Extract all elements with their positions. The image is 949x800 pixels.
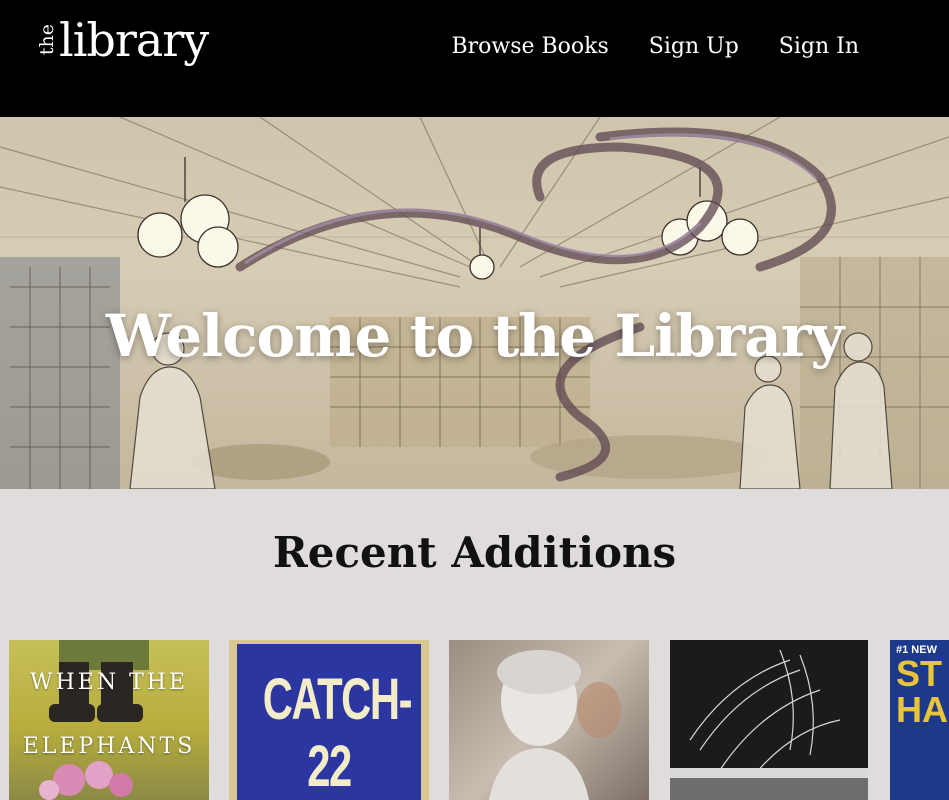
book-cover-sketch[interactable]: [670, 640, 868, 800]
bust-cover-art: [489, 650, 621, 800]
book-cover-partial[interactable]: #1 NEW ST HA: [890, 640, 949, 800]
logo-library-text: library: [59, 13, 209, 67]
site-logo[interactable]: the library: [36, 12, 209, 82]
recent-additions-heading: Recent Additions: [272, 528, 677, 577]
cover-line-2: ELEPHANTS: [22, 734, 196, 759]
sketch-cover-art: [670, 649, 868, 800]
cover-line-1: WHEN THE: [29, 670, 189, 695]
cover-title: ST HA: [896, 653, 948, 730]
main-nav: Browse Books Sign Up Sign In: [451, 34, 859, 59]
hero-banner: Welcome to the Library: [0, 117, 949, 489]
nav-sign-in[interactable]: Sign In: [779, 34, 859, 59]
logo-the-text: the: [36, 24, 58, 56]
hero-title: Welcome to the Library: [105, 301, 844, 370]
book-cover-marble-bust[interactable]: [449, 640, 649, 800]
elephants-cover-art: [39, 640, 149, 800]
book-cover-catch-22[interactable]: CATCH-22: [229, 640, 429, 800]
nav-sign-up[interactable]: Sign Up: [649, 34, 739, 59]
catch22-blue-panel: CATCH-22: [237, 644, 421, 800]
book-cover-when-the-elephants[interactable]: WHEN THE ELEPHANTS: [9, 640, 209, 800]
cover-title: CATCH-22: [262, 667, 413, 799]
nav-browse-books[interactable]: Browse Books: [451, 34, 608, 59]
top-navbar: the library Browse Books Sign Up Sign In: [0, 0, 949, 117]
